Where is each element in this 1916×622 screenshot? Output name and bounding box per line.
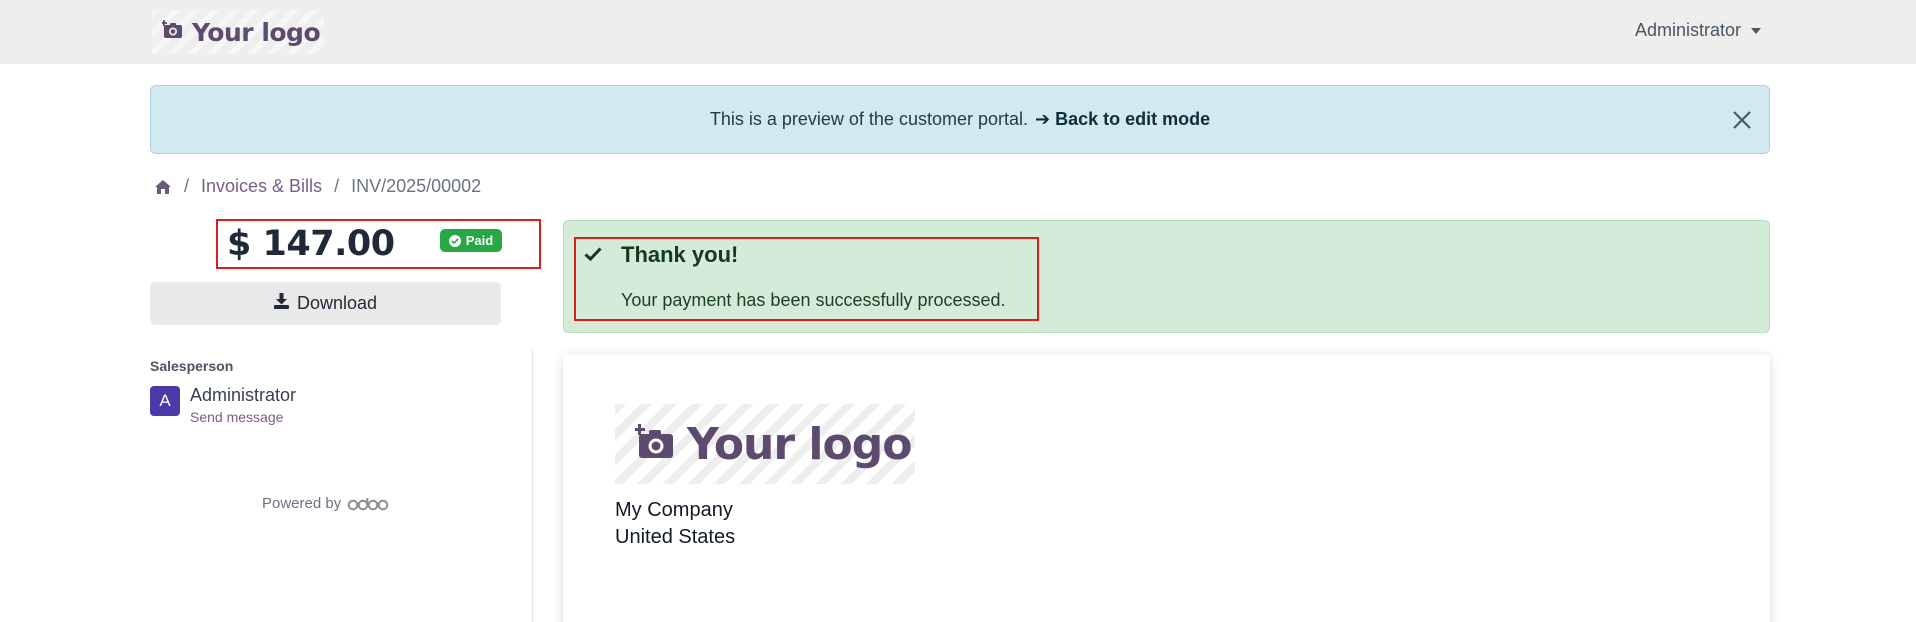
breadcrumb-invoices-link[interactable]: Invoices & Bills bbox=[201, 176, 322, 197]
invoice-amount-box: $ 147.00 Paid bbox=[216, 219, 541, 269]
portal-preview-alert: This is a preview of the customer portal… bbox=[150, 85, 1770, 154]
company-name: My Company bbox=[615, 499, 733, 521]
user-menu-dropdown[interactable]: Administrator bbox=[1635, 20, 1761, 41]
caret-down-icon bbox=[1751, 27, 1761, 34]
salesperson-heading: Salesperson bbox=[150, 358, 234, 374]
home-icon[interactable] bbox=[154, 179, 172, 195]
company-logo[interactable]: Your logo bbox=[152, 10, 324, 54]
top-navbar: Your logo Administrator bbox=[0, 0, 1916, 64]
company-country: United States bbox=[615, 526, 736, 548]
invoice-logo-text: Your logo bbox=[687, 418, 912, 470]
arrow-right-icon: ➔ bbox=[1035, 109, 1051, 129]
camera-plus-icon bbox=[634, 423, 675, 465]
salesperson-name: Administrator bbox=[190, 385, 297, 405]
breadcrumb: / Invoices & Bills / INV/2025/00002 bbox=[154, 176, 481, 197]
send-message-link[interactable]: Send message bbox=[190, 409, 283, 425]
back-to-edit-mode-link[interactable]: Back to edit mode bbox=[1055, 109, 1210, 130]
status-badge: Paid bbox=[440, 229, 502, 252]
close-icon[interactable] bbox=[1731, 109, 1753, 131]
success-title: Thank you! bbox=[621, 242, 739, 267]
checkmark-icon bbox=[584, 246, 602, 267]
breadcrumb-current-invoice: INV/2025/00002 bbox=[351, 176, 482, 196]
powered-by-label: Powered by bbox=[262, 495, 342, 512]
invoice-company-logo: Your logo bbox=[615, 404, 915, 484]
camera-plus-icon bbox=[161, 19, 184, 45]
preview-message: This is a preview of the customer portal… bbox=[709, 109, 1028, 129]
status-badge-label: Paid bbox=[465, 233, 494, 248]
breadcrumb-separator: / bbox=[184, 176, 190, 196]
avatar: A bbox=[150, 386, 180, 416]
odoo-logo[interactable] bbox=[347, 497, 389, 511]
powered-by: Powered by bbox=[262, 495, 389, 512]
invoice-preview-card: Your logo My Company United States bbox=[563, 354, 1770, 622]
user-menu-label: Administrator bbox=[1634, 20, 1741, 40]
invoice-amount: $ 147.00 bbox=[227, 224, 395, 264]
column-divider bbox=[532, 350, 533, 622]
logo-text: Your logo bbox=[192, 17, 321, 47]
download-icon bbox=[273, 293, 289, 314]
breadcrumb-separator: / bbox=[334, 176, 340, 196]
check-circle-icon bbox=[448, 234, 461, 247]
download-button[interactable]: Download bbox=[150, 282, 501, 325]
success-message: Your payment has been successfully proce… bbox=[621, 290, 1006, 310]
download-button-label: Download bbox=[296, 293, 378, 313]
